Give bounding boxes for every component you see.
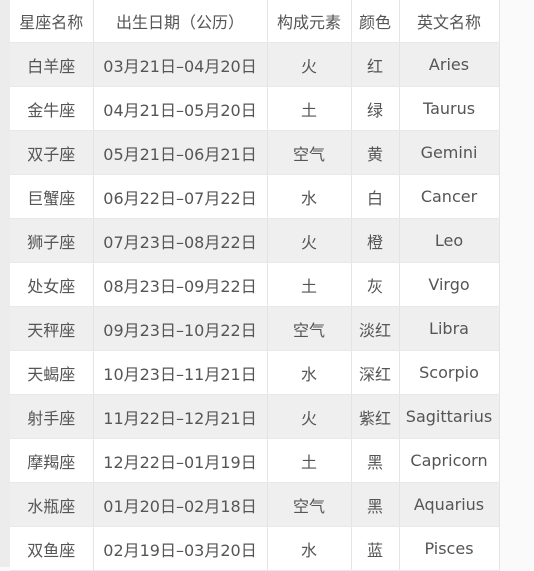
english-cell: Leo (399, 218, 500, 263)
date-cell: 03月21日–04月20日 (93, 42, 268, 87)
color-cell: 紫红 (351, 394, 400, 439)
date-cell: 10月23日–11月21日 (93, 350, 268, 395)
color-cell: 红 (351, 42, 400, 87)
header-row: 星座名称 出生日期（公历） 构成元素 颜色 英文名称 (10, 0, 500, 43)
english-cell: Virgo (399, 262, 500, 307)
sign-cell: 处女座 (10, 262, 94, 307)
element-cell: 火 (267, 42, 352, 87)
element-cell: 水 (267, 174, 352, 219)
table-row: 双子座 05月21日–06月21日 空气黄 Gemini (10, 130, 500, 175)
color-cell: 绿 (351, 86, 400, 131)
date-cell: 09月23日–10月22日 (93, 306, 268, 351)
date-cell: 07月23日–08月22日 (93, 218, 268, 263)
table-row: 白羊座 03月21日–04月20日火红 Aries (10, 42, 500, 87)
header-color: 颜色 (351, 0, 400, 43)
header-english: 英文名称 (399, 0, 500, 43)
element-cell: 水 (267, 526, 352, 571)
date-cell: 06月22日–07月22日 (93, 174, 268, 219)
color-cell: 深红 (351, 350, 400, 395)
english-cell: Capricorn (399, 438, 500, 483)
date-cell: 04月21日–05月20日 (93, 86, 268, 131)
english-cell: Taurus (399, 86, 500, 131)
sign-cell: 双鱼座 (10, 526, 94, 571)
element-cell: 土 (267, 438, 352, 483)
color-cell: 蓝 (351, 526, 400, 571)
sign-cell: 双子座 (10, 130, 94, 175)
table-row: 天秤座 09月23日–10月22日 空气 淡红 Libra (10, 306, 500, 351)
sign-cell: 巨蟹座 (10, 174, 94, 219)
color-cell: 黑 (351, 438, 400, 483)
color-cell: 淡红 (351, 306, 400, 351)
header-date: 出生日期（公历） (93, 0, 268, 43)
table-row: 水瓶座 01月20日–02月18日 空气黑 Aquarius (10, 482, 500, 527)
element-cell: 土 (267, 86, 352, 131)
table-row: 射手座 11月22日–12月21日火紫红 Sagittarius (10, 394, 500, 439)
date-cell: 11月22日–12月21日 (93, 394, 268, 439)
sign-cell: 天秤座 (10, 306, 94, 351)
color-cell: 橙 (351, 218, 400, 263)
element-cell: 火 (267, 394, 352, 439)
sign-cell: 水瓶座 (10, 482, 94, 527)
element-cell: 空气 (267, 130, 352, 175)
english-cell: Libra (399, 306, 500, 351)
english-cell: Pisces (399, 526, 500, 571)
left-margin (0, 0, 10, 567)
date-cell: 02月19日–03月20日 (93, 526, 268, 571)
sign-cell: 天蝎座 (10, 350, 94, 395)
sign-cell: 金牛座 (10, 86, 94, 131)
color-cell: 灰 (351, 262, 400, 307)
color-cell: 黄 (351, 130, 400, 175)
sign-cell: 摩羯座 (10, 438, 94, 483)
element-cell: 空气 (267, 482, 352, 527)
element-cell: 空气 (267, 306, 352, 351)
date-cell: 05月21日–06月21日 (93, 130, 268, 175)
english-cell: Gemini (399, 130, 500, 175)
element-cell: 火 (267, 218, 352, 263)
english-cell: Aries (399, 42, 500, 87)
header-element: 构成元素 (267, 0, 352, 43)
element-cell: 土 (267, 262, 352, 307)
sign-cell: 白羊座 (10, 42, 94, 87)
date-cell: 12月22日–01月19日 (93, 438, 268, 483)
table-row: 摩羯座 12月22日–01月19日土黑 Capricorn (10, 438, 500, 483)
date-cell: 08月23日–09月22日 (93, 262, 268, 307)
table-row: 双鱼座 02月19日–03月20日水蓝 Pisces (10, 526, 500, 571)
color-cell: 白 (351, 174, 400, 219)
english-cell: Aquarius (399, 482, 500, 527)
date-cell: 01月20日–02月18日 (93, 482, 268, 527)
color-cell: 黑 (351, 482, 400, 527)
table-row: 金牛座 04月21日–05月20日土绿 Taurus (10, 86, 500, 131)
table-row: 狮子座 07月23日–08月22日火橙 Leo (10, 218, 500, 263)
english-cell: Sagittarius (399, 394, 500, 439)
table-row: 巨蟹座 06月22日–07月22日水白 Cancer (10, 174, 500, 219)
element-cell: 水 (267, 350, 352, 395)
sign-cell: 狮子座 (10, 218, 94, 263)
header-sign: 星座名称 (10, 0, 94, 43)
sign-cell: 射手座 (10, 394, 94, 439)
table-row: 处女座 08月23日–09月22日土灰 Virgo (10, 262, 500, 307)
zodiac-table: 星座名称 出生日期（公历） 构成元素 颜色 英文名称 白羊座 03月21日–04月… (10, 0, 500, 571)
table-row: 天蝎座 10月23日–11月21日水深红 Scorpio (10, 350, 500, 395)
english-cell: Scorpio (399, 350, 500, 395)
english-cell: Cancer (399, 174, 500, 219)
